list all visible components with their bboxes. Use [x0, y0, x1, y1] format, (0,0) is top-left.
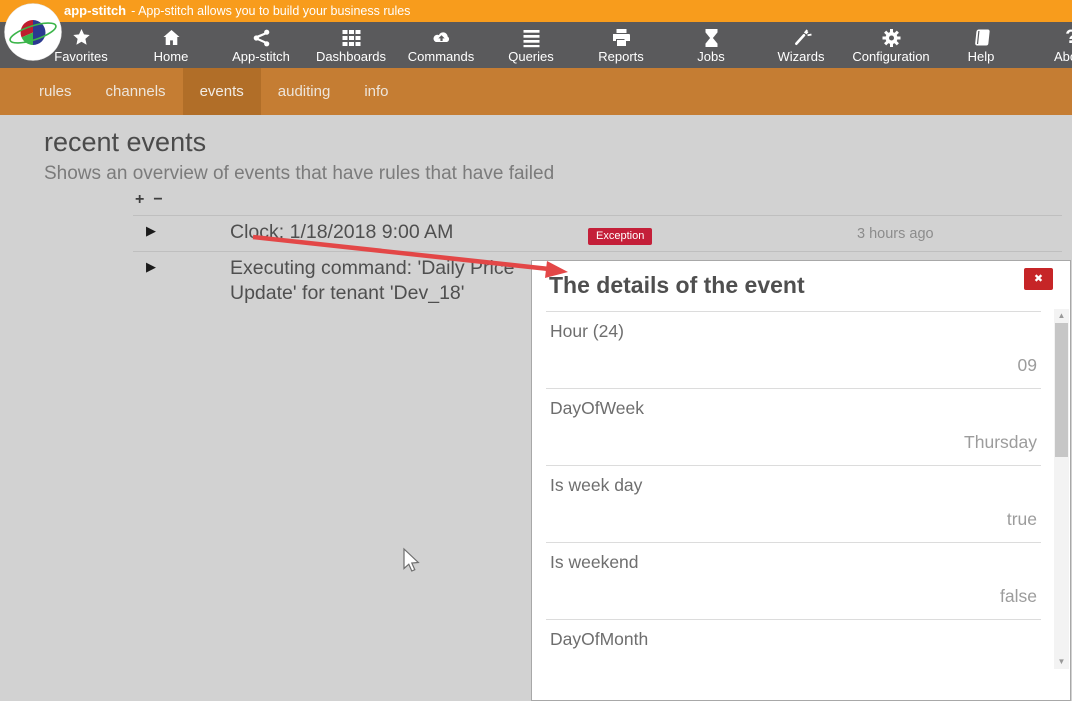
magic-wand-icon	[756, 26, 846, 49]
nav-item-help[interactable]: Help	[936, 22, 1026, 68]
field-row: Is week day true	[546, 466, 1041, 543]
field-value: false	[1000, 586, 1037, 607]
sub-navbar: rules channels events auditing info	[0, 68, 1072, 115]
subnav-item-channels[interactable]: channels	[89, 68, 183, 115]
nav-item-configuration[interactable]: Configuration	[846, 22, 936, 68]
nav-item-home[interactable]: Home	[126, 22, 216, 68]
grid-icon	[306, 26, 396, 49]
app-brand: app-stitch	[64, 3, 126, 18]
field-value: Thursday	[964, 432, 1037, 453]
nav-item-jobs[interactable]: Jobs	[666, 22, 756, 68]
list-icon	[486, 26, 576, 49]
list-controls: +−	[135, 191, 172, 209]
top-banner: app-stitch - App-stitch allows you to bui…	[0, 0, 1072, 22]
app-tagline: - App-stitch allows you to build your bu…	[131, 4, 410, 18]
main-navbar: Favorites Home App-stitch Dashboards Com…	[0, 22, 1072, 68]
expander-icon[interactable]: ▶	[146, 223, 156, 239]
gear-icon	[846, 26, 936, 49]
nav-item-dashboards[interactable]: Dashboards	[306, 22, 396, 68]
event-timestamp: 3 hours ago	[857, 226, 934, 242]
hourglass-icon	[666, 26, 756, 49]
event-title: Executing command: 'Daily Price Update' …	[230, 256, 560, 306]
status-badge: Exception	[588, 228, 652, 245]
event-details-modal: The details of the event ✖ Hour (24) 09 …	[531, 260, 1071, 701]
subnav-item-events[interactable]: events	[183, 68, 261, 115]
expander-icon[interactable]: ▶	[146, 259, 156, 275]
page-subtitle: Shows an overview of events that have ru…	[44, 163, 554, 185]
nav-item-app-stitch[interactable]: App-stitch	[216, 22, 306, 68]
printer-icon	[576, 26, 666, 49]
cloud-upload-icon	[396, 26, 486, 49]
nav-item-queries[interactable]: Queries	[486, 22, 576, 68]
field-row: Hour (24) 09	[546, 312, 1041, 389]
question-mark-icon: ?	[1026, 26, 1072, 49]
event-detail-fields: Hour (24) 09 DayOfWeek Thursday Is week …	[546, 311, 1041, 697]
nav-item-commands[interactable]: Commands	[396, 22, 486, 68]
field-value: true	[1007, 509, 1037, 530]
page-title: recent events	[44, 127, 206, 158]
field-label: Is week day	[550, 475, 642, 496]
close-button[interactable]: ✖	[1024, 268, 1053, 290]
field-row: DayOfWeek Thursday	[546, 389, 1041, 466]
field-label: DayOfWeek	[550, 398, 644, 419]
scroll-up-icon[interactable]: ▲	[1054, 309, 1069, 323]
home-icon	[126, 26, 216, 49]
subnav-item-info[interactable]: info	[347, 68, 405, 115]
subnav-item-auditing[interactable]: auditing	[261, 68, 348, 115]
scrollbar-thumb[interactable]	[1055, 323, 1068, 457]
subnav-item-rules[interactable]: rules	[22, 68, 89, 115]
field-label: DayOfMonth	[550, 629, 648, 650]
modal-scrollbar[interactable]: ▲ ▼	[1054, 309, 1069, 669]
nav-item-about[interactable]: ? About	[1026, 22, 1072, 68]
event-title: Clock: 1/18/2018 9:00 AM	[230, 220, 453, 245]
field-row: Is weekend false	[546, 543, 1041, 620]
close-icon: ✖	[1034, 273, 1043, 285]
field-value: 09	[1018, 355, 1037, 376]
expand-all-button[interactable]: +	[135, 191, 144, 208]
field-label: Hour (24)	[550, 321, 624, 342]
event-row[interactable]: ▶ Clock: 1/18/2018 9:00 AM Exception 3 h…	[133, 216, 1062, 252]
nav-item-wizards[interactable]: Wizards	[756, 22, 846, 68]
nav-item-reports[interactable]: Reports	[576, 22, 666, 68]
field-label: Is weekend	[550, 552, 639, 573]
scroll-down-icon[interactable]: ▼	[1054, 655, 1069, 669]
modal-title: The details of the event	[549, 272, 805, 299]
book-icon	[936, 26, 1026, 49]
share-icon	[216, 26, 306, 49]
app-logo[interactable]	[4, 3, 62, 61]
collapse-all-button[interactable]: −	[153, 191, 162, 208]
field-row: DayOfMonth	[546, 620, 1041, 697]
